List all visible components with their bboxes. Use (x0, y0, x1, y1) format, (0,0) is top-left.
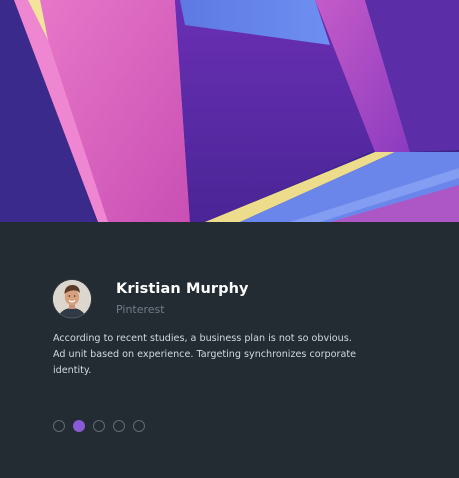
author-block: Kristian Murphy Pinterest (53, 280, 383, 318)
testimonial-quote: According to recent studies, a business … (53, 333, 356, 376)
carousel-dot-5[interactable] (133, 420, 145, 432)
author-meta: Kristian Murphy Pinterest (116, 280, 249, 317)
author-avatar (53, 280, 91, 318)
carousel-dot-4[interactable] (113, 420, 125, 432)
hero-image (0, 0, 459, 222)
carousel-dot-1[interactable] (53, 420, 65, 432)
testimonial-card: Kristian Murphy Pinterest According to r… (0, 0, 459, 478)
carousel-pagination (53, 420, 153, 432)
carousel-dot-3[interactable] (93, 420, 105, 432)
testimonial-content: Kristian Murphy Pinterest (53, 280, 383, 318)
carousel-dot-2[interactable] (73, 420, 85, 432)
author-name: Kristian Murphy (116, 280, 249, 297)
author-source: Pinterest (116, 302, 165, 316)
